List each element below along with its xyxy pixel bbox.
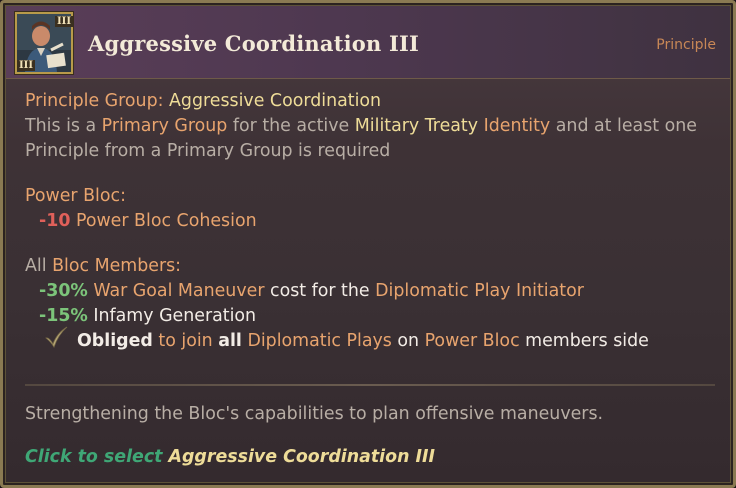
infamy-value: -15% bbox=[39, 306, 88, 326]
obliged-effect: Obliged to join all Diplomatic Plays on … bbox=[77, 331, 649, 351]
power-bloc-effect: -10 Power Bloc Cohesion bbox=[39, 211, 257, 231]
tooltip-category: Principle bbox=[656, 37, 716, 53]
tier-numeral-bottom: III bbox=[17, 60, 36, 71]
principle-tooltip: III III Aggressive Coordination III Prin… bbox=[0, 0, 736, 488]
principle-group-value[interactable]: Aggressive Coordination bbox=[169, 91, 381, 111]
play-initiator-link[interactable]: Diplomatic Play Initiator bbox=[375, 281, 584, 301]
primary-group-link[interactable]: Primary Group bbox=[102, 116, 228, 136]
war-goal-effect: -30% War Goal Maneuver cost for the Dipl… bbox=[39, 281, 584, 301]
tooltip-header: III III Aggressive Coordination III Prin… bbox=[6, 6, 730, 79]
effect-text: to join bbox=[152, 331, 219, 351]
description-text: for the active bbox=[227, 116, 355, 136]
cohesion-link[interactable]: Power Bloc Cohesion bbox=[76, 211, 257, 231]
description-line-1: This is a Primary Group for the active M… bbox=[25, 116, 697, 136]
infamy-label: Infamy Generation bbox=[93, 306, 257, 326]
tier-numeral-top: III bbox=[55, 16, 74, 27]
description-text: and at least one bbox=[550, 116, 697, 136]
all-label: All bbox=[25, 256, 47, 276]
bloc-members-link[interactable]: Bloc Members: bbox=[52, 256, 181, 276]
select-action[interactable]: Click to select Aggressive Coordination … bbox=[25, 447, 435, 467]
flavor-text: Strengthening the Bloc's capabilities to… bbox=[25, 404, 604, 424]
diplomatic-plays-link[interactable]: Diplomatic Plays bbox=[247, 331, 391, 351]
war-goal-value: -30% bbox=[39, 281, 88, 301]
select-target: Aggressive Coordination III bbox=[168, 447, 435, 467]
tooltip-title: Aggressive Coordination III bbox=[88, 31, 420, 56]
description-line-2: Principle from a Primary Group is requir… bbox=[25, 141, 391, 161]
obliged-label: Obliged bbox=[77, 331, 153, 351]
power-bloc-link[interactable]: Power Bloc bbox=[425, 331, 520, 351]
description-text: This is a bbox=[25, 116, 102, 136]
effect-text: all bbox=[218, 331, 242, 351]
infamy-effect: -15% Infamy Generation bbox=[39, 306, 256, 326]
war-goal-maneuver-link[interactable]: War Goal Maneuver bbox=[93, 281, 264, 301]
bloc-members-heading: All Bloc Members: bbox=[25, 256, 181, 276]
section-divider bbox=[25, 384, 715, 386]
military-treaty-link[interactable]: Military Treaty bbox=[355, 116, 478, 136]
effect-text: cost for the bbox=[264, 281, 376, 301]
effect-text: members side bbox=[519, 331, 649, 351]
identity-link[interactable]: Identity bbox=[484, 116, 551, 136]
principle-portrait: III III bbox=[15, 12, 74, 74]
cohesion-value: -10 bbox=[39, 211, 71, 231]
effect-text: on bbox=[391, 331, 425, 351]
principle-group-label: Principle Group: bbox=[25, 91, 164, 111]
checkmark-icon bbox=[45, 326, 68, 348]
principle-group-line: Principle Group: Aggressive Coordination bbox=[25, 91, 381, 111]
click-to-select-label: Click to select bbox=[25, 447, 163, 467]
power-bloc-heading[interactable]: Power Bloc: bbox=[25, 186, 126, 206]
